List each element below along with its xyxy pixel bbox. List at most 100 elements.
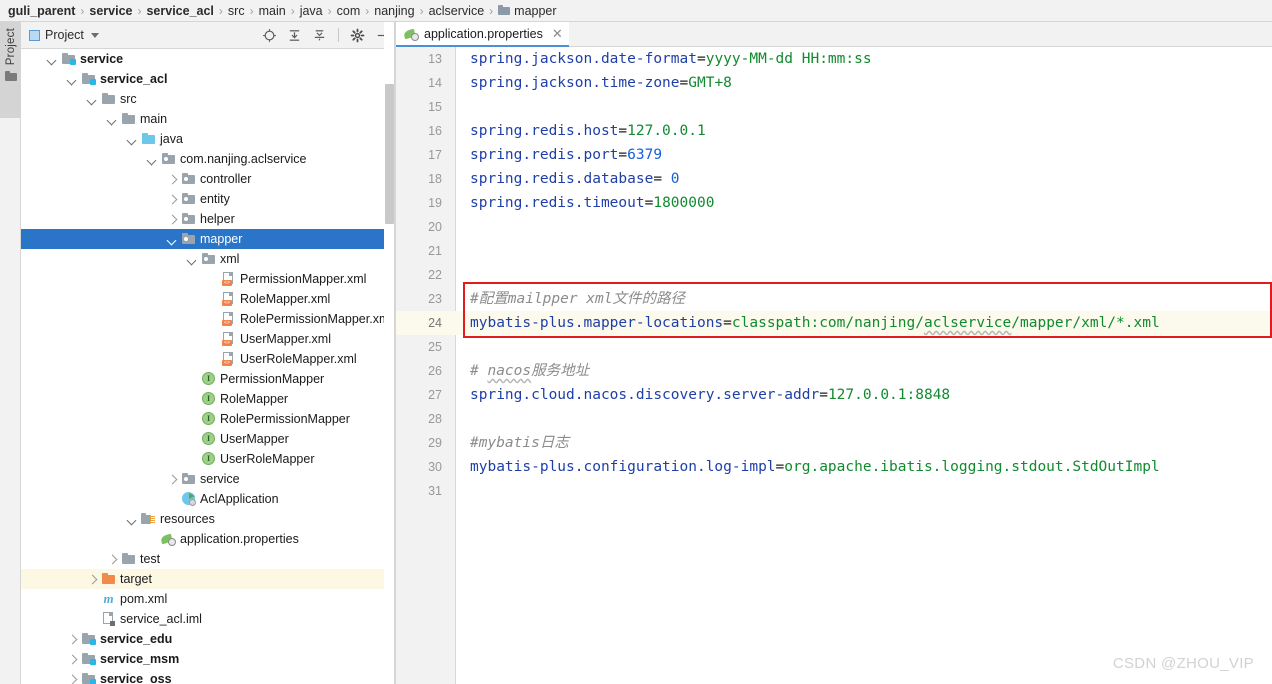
chevron-down-icon[interactable] <box>87 94 98 105</box>
line-text[interactable]: spring.redis.port=6379 <box>470 143 662 167</box>
chevron-right-icon[interactable] <box>67 654 78 665</box>
breadcrumb-item-java[interactable]: java <box>298 4 325 18</box>
line-text[interactable]: #配置mailpper xml文件的路径 <box>470 287 685 311</box>
line-text[interactable]: spring.jackson.date-format=yyyy-MM-dd HH… <box>470 47 872 71</box>
chevron-down-icon[interactable] <box>90 32 99 38</box>
code-line-19[interactable]: 19 spring.redis.timeout=1800000 <box>396 191 1272 215</box>
code-line-28[interactable]: 28 <box>396 407 1272 431</box>
tree-node-userrolemapper-xml[interactable]: <> UserRoleMapper.xml <box>21 349 396 369</box>
chevron-down-icon[interactable] <box>47 54 58 65</box>
tree-node-xml[interactable]: xml <box>21 249 396 269</box>
tree-node-permissionmapper-xml[interactable]: <> PermissionMapper.xml <box>21 269 396 289</box>
tree-node-target[interactable]: target <box>21 569 396 589</box>
breadcrumb-item-guli-parent[interactable]: guli_parent <box>6 4 77 18</box>
code-line-18[interactable]: 18 spring.redis.database= 0 <box>396 167 1272 191</box>
line-text[interactable]: #mybatis日志 <box>470 431 569 455</box>
select-opened-file-icon[interactable] <box>262 28 277 43</box>
tree-node-service-oss[interactable]: service_oss <box>21 669 396 684</box>
tree-node-java[interactable]: java <box>21 129 396 149</box>
breadcrumb-item-service-acl[interactable]: service_acl <box>144 4 215 18</box>
line-text[interactable]: spring.cloud.nacos.discovery.server-addr… <box>470 383 950 407</box>
tree-node-pom-xml[interactable]: m pom.xml <box>21 589 396 609</box>
tree-node-helper[interactable]: helper <box>21 209 396 229</box>
code-line-22[interactable]: 22 <box>396 263 1272 287</box>
code-line-30[interactable]: 30 mybatis-plus.configuration.log-impl=or… <box>396 455 1272 479</box>
line-text[interactable]: spring.redis.host=127.0.0.1 <box>470 119 706 143</box>
code-line-25[interactable]: 25 <box>396 335 1272 359</box>
line-text[interactable]: spring.redis.timeout=1800000 <box>470 191 714 215</box>
tree-node-usermapper-xml[interactable]: <> UserMapper.xml <box>21 329 396 349</box>
tree-node-rolemapper-xml[interactable]: <> RoleMapper.xml <box>21 289 396 309</box>
chevron-right-icon[interactable] <box>167 474 178 485</box>
chevron-down-icon[interactable] <box>107 114 118 125</box>
line-text[interactable]: spring.jackson.time-zone=GMT+8 <box>470 71 732 95</box>
tree-node-service-msm[interactable]: service_msm <box>21 649 396 669</box>
tree-node-rolepermissionmapper[interactable]: I RolePermissionMapper <box>21 409 396 429</box>
code-content[interactable]: 13 spring.jackson.date-format=yyyy-MM-dd … <box>396 47 1272 684</box>
line-text[interactable]: # nacos服务地址 <box>470 359 589 383</box>
tree-node-application-properties[interactable]: application.properties <box>21 529 396 549</box>
close-icon[interactable]: ✕ <box>552 27 563 40</box>
editor-body[interactable]: 13 spring.jackson.date-format=yyyy-MM-dd … <box>396 47 1272 684</box>
chevron-down-icon[interactable] <box>147 154 158 165</box>
tree-node-service[interactable]: service <box>21 469 396 489</box>
tree-node-resources[interactable]: resources <box>21 509 396 529</box>
code-line-23[interactable]: 23 #配置mailpper xml文件的路径 <box>396 287 1272 311</box>
tool-window-button-project[interactable]: Project <box>0 22 21 118</box>
chevron-down-icon[interactable] <box>127 134 138 145</box>
breadcrumb-item-src[interactable]: src <box>226 4 247 18</box>
editor-tab-application-properties[interactable]: application.properties ✕ <box>396 22 569 47</box>
tree-node-com-nanjing-aclservice[interactable]: com.nanjing.aclservice <box>21 149 396 169</box>
chevron-down-icon[interactable] <box>167 234 178 245</box>
project-tree-scrollbar-thumb[interactable] <box>385 84 394 224</box>
breadcrumb-item-nanjing[interactable]: nanjing <box>372 4 416 18</box>
breadcrumb-item-service[interactable]: service <box>87 4 134 18</box>
chevron-right-icon[interactable] <box>107 554 118 565</box>
code-line-14[interactable]: 14 spring.jackson.time-zone=GMT+8 <box>396 71 1272 95</box>
tree-node-service[interactable]: service <box>21 49 396 69</box>
code-line-27[interactable]: 27 spring.cloud.nacos.discovery.server-ad… <box>396 383 1272 407</box>
chevron-right-icon[interactable] <box>167 214 178 225</box>
tree-node-service-edu[interactable]: service_edu <box>21 629 396 649</box>
code-line-15[interactable]: 15 <box>396 95 1272 119</box>
breadcrumb-item-com[interactable]: com <box>335 4 363 18</box>
tree-node-rolemapper[interactable]: I RoleMapper <box>21 389 396 409</box>
line-text[interactable]: mybatis-plus.mapper-locations=classpath:… <box>470 311 1160 335</box>
code-line-17[interactable]: 17 spring.redis.port=6379 <box>396 143 1272 167</box>
chevron-right-icon[interactable] <box>67 634 78 645</box>
tree-node-main[interactable]: main <box>21 109 396 129</box>
tree-node-src[interactable]: src <box>21 89 396 109</box>
breadcrumb-item-aclservice[interactable]: aclservice <box>427 4 487 18</box>
tree-node-entity[interactable]: entity <box>21 189 396 209</box>
chevron-right-icon[interactable] <box>87 574 98 585</box>
expand-all-icon[interactable] <box>287 28 302 43</box>
tree-node-permissionmapper[interactable]: I PermissionMapper <box>21 369 396 389</box>
breadcrumb-item-main[interactable]: main <box>257 4 288 18</box>
tree-node-mapper[interactable]: mapper <box>21 229 396 249</box>
tree-node-aclapplication[interactable]: AclApplication <box>21 489 396 509</box>
chevron-down-icon[interactable] <box>127 514 138 525</box>
tree-node-usermapper[interactable]: I UserMapper <box>21 429 396 449</box>
tree-node-test[interactable]: test <box>21 549 396 569</box>
code-line-20[interactable]: 20 <box>396 215 1272 239</box>
code-line-13[interactable]: 13 spring.jackson.date-format=yyyy-MM-dd … <box>396 47 1272 71</box>
chevron-down-icon[interactable] <box>187 254 198 265</box>
project-view-selector[interactable]: Project <box>21 28 99 42</box>
tree-node-service-acl[interactable]: service_acl <box>21 69 396 89</box>
project-tree[interactable]: service service_acl src main java com.nanjing… <box>21 49 396 684</box>
tree-node-controller[interactable]: controller <box>21 169 396 189</box>
line-text[interactable]: mybatis-plus.configuration.log-impl=org.… <box>470 455 1160 479</box>
tree-node-rolepermissionmapper-xm[interactable]: <> RolePermissionMapper.xm <box>21 309 396 329</box>
chevron-right-icon[interactable] <box>167 194 178 205</box>
collapse-all-icon[interactable] <box>312 28 327 43</box>
code-line-24[interactable]: 24 mybatis-plus.mapper-locations=classpat… <box>396 311 1272 335</box>
settings-gear-icon[interactable] <box>350 28 365 43</box>
code-line-26[interactable]: 26 # nacos服务地址 <box>396 359 1272 383</box>
code-line-31[interactable]: 31 <box>396 479 1272 503</box>
chevron-down-icon[interactable] <box>67 74 78 85</box>
tree-node-userrolemapper[interactable]: I UserRoleMapper <box>21 449 396 469</box>
chevron-right-icon[interactable] <box>167 174 178 185</box>
code-line-29[interactable]: 29 #mybatis日志 <box>396 431 1272 455</box>
breadcrumb-item-mapper[interactable]: mapper <box>496 4 558 18</box>
code-line-16[interactable]: 16 spring.redis.host=127.0.0.1 <box>396 119 1272 143</box>
